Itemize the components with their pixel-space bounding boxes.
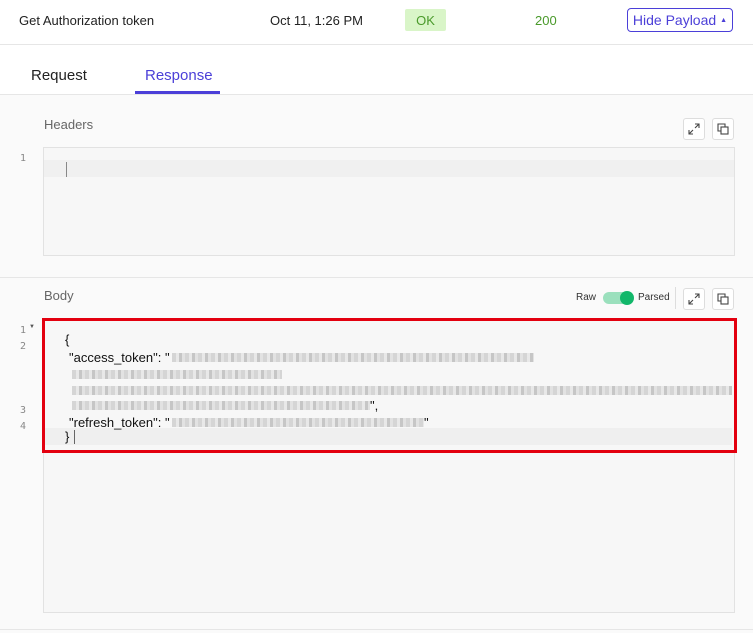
expand-icon [688, 293, 700, 305]
caret-up-icon: ▲ [720, 16, 728, 24]
section-divider [0, 629, 753, 630]
line-number: 1 [20, 153, 27, 164]
body-expand-button[interactable] [683, 288, 705, 310]
request-time: Oct 11, 1:26 PM [270, 13, 363, 28]
fold-arrow-icon[interactable]: ▼ [29, 324, 35, 330]
line-number: 3 [20, 405, 27, 416]
text-cursor [66, 162, 67, 177]
status-code: 200 [535, 13, 557, 28]
toggle-knob [620, 291, 634, 305]
parsed-label: Parsed [638, 292, 670, 303]
line-number: 4 [20, 421, 27, 432]
request-name: Get Authorization token [19, 13, 155, 28]
active-line [44, 160, 734, 177]
tab-request[interactable]: Request [31, 67, 87, 84]
raw-parsed-toggle[interactable] [603, 291, 634, 305]
hide-payload-button[interactable]: Hide Payload ▲ [627, 8, 733, 32]
line-number: 2 [20, 341, 27, 352]
copy-icon [717, 293, 729, 305]
payload-tabs: Request Response [0, 46, 753, 95]
raw-parsed-toggle-group: Raw Parsed [567, 287, 676, 309]
status-badge: OK [405, 9, 446, 31]
hide-payload-label: Hide Payload [632, 12, 717, 28]
active-tab-indicator [135, 91, 220, 94]
headers-editor[interactable] [43, 147, 735, 256]
request-summary-bar: Get Authorization token Oct 11, 1:26 PM … [0, 0, 753, 45]
body-label: Body [44, 288, 74, 303]
headers-expand-button[interactable] [683, 118, 705, 140]
raw-label: Raw [576, 292, 597, 303]
tab-response[interactable]: Response [145, 67, 213, 84]
highlight-box [42, 318, 737, 453]
copy-icon [717, 123, 729, 135]
line-number: 1 [20, 325, 27, 336]
headers-copy-button[interactable] [712, 118, 734, 140]
section-divider [0, 277, 753, 278]
expand-icon [688, 123, 700, 135]
headers-label: Headers [44, 117, 94, 132]
body-copy-button[interactable] [712, 288, 734, 310]
